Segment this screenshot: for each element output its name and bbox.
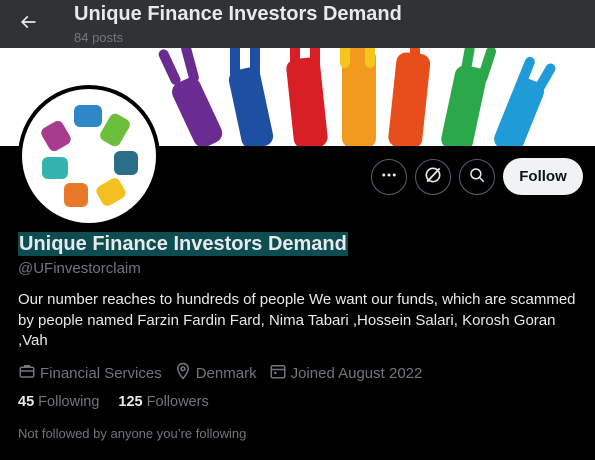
location-label: Denmark	[195, 364, 257, 382]
location-item: Denmark	[174, 362, 257, 384]
followers-count: 125	[118, 394, 143, 410]
bio: Our number reaches to hundreds of people…	[18, 291, 576, 349]
display-name: Unique Finance Investors Demand	[18, 232, 348, 256]
following-label: Following	[38, 394, 100, 410]
user-handle: @UFinvestorclaim	[18, 260, 141, 277]
avatar-image	[22, 89, 156, 223]
category-item: Financial Services	[18, 362, 162, 384]
following-count: 45	[18, 394, 35, 410]
profile-header: Unique Finance Investors Demand 84 posts	[0, 0, 595, 48]
profile-meta: Financial Services Denmark Joined August…	[18, 362, 434, 384]
location-pin-icon	[174, 362, 196, 384]
search-icon	[468, 166, 486, 189]
joined-label: Joined August 2022	[290, 364, 423, 382]
avatar[interactable]	[18, 85, 160, 227]
joined-item: Joined August 2022	[269, 362, 423, 384]
more-dots-icon	[380, 166, 398, 189]
briefcase-icon	[18, 362, 40, 384]
follow-stats: 45 Following 125 Followers	[18, 394, 228, 410]
header-title: Unique Finance Investors Demand	[74, 3, 402, 25]
more-button[interactable]	[371, 159, 407, 195]
grok-icon	[423, 165, 443, 190]
calendar-icon	[269, 362, 291, 384]
arrow-left-icon	[18, 12, 38, 37]
followed-by-note: Not followed by anyone you’re following	[18, 426, 247, 441]
post-count: 84 posts	[74, 30, 124, 45]
grok-button[interactable]	[415, 159, 451, 195]
back-button[interactable]	[12, 8, 44, 40]
category-label: Financial Services	[40, 364, 162, 382]
search-button[interactable]	[459, 159, 495, 195]
follow-button[interactable]: Follow	[503, 158, 583, 195]
followers-link[interactable]: 125 Followers	[118, 394, 208, 410]
followers-label: Followers	[146, 394, 209, 410]
following-link[interactable]: 45 Following	[18, 394, 99, 410]
